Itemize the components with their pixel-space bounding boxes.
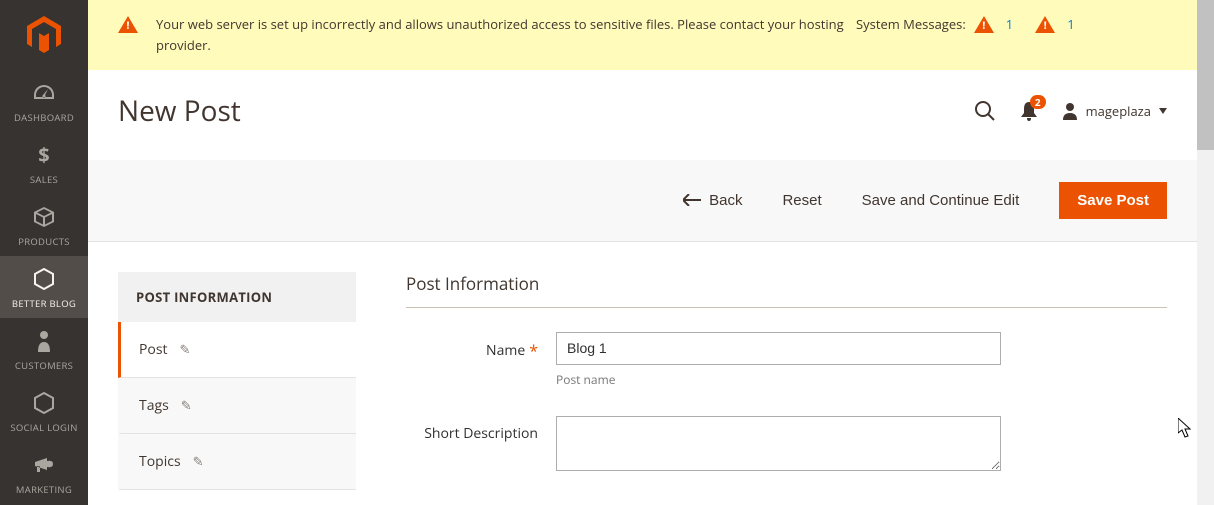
field-label-short-description: Short Description	[406, 416, 556, 443]
chevron-down-icon	[1159, 108, 1167, 114]
short-description-label-text: Short Description	[424, 424, 538, 443]
short-description-textarea[interactable]	[556, 416, 1001, 471]
nav-label: CUSTOMERS	[15, 359, 73, 372]
nav-label: PRODUCTS	[18, 235, 70, 248]
side-tabs-header: POST INFORMATION	[118, 272, 356, 322]
required-star: *	[529, 340, 538, 362]
cube-icon	[33, 203, 55, 231]
side-tab-topics[interactable]: Topics ✎	[118, 434, 356, 490]
nav-dashboard[interactable]: DASHBOARD	[0, 70, 88, 132]
side-tab-post[interactable]: Post ✎	[118, 322, 356, 378]
action-bar: Back Reset Save and Continue Edit Save P…	[88, 160, 1197, 242]
nav-marketing[interactable]: MARKETING	[0, 442, 88, 504]
save-continue-label: Save and Continue Edit	[862, 192, 1020, 209]
warning-icon[interactable]	[974, 14, 994, 33]
magento-logo[interactable]	[0, 0, 88, 70]
nav-label: BETTER BLOG	[12, 297, 76, 310]
system-messages-label: System Messages:	[856, 15, 966, 33]
side-tab-label: Tags	[139, 396, 169, 415]
side-tab-label: Topics	[139, 452, 181, 471]
system-message-count[interactable]: 1	[1067, 15, 1074, 33]
user-icon	[1062, 102, 1078, 120]
side-tab-tags[interactable]: Tags ✎	[118, 378, 356, 434]
system-message-bar: Your web server is set up incorrectly an…	[88, 0, 1197, 70]
field-label-name: Name*	[406, 332, 556, 362]
save-post-label: Save Post	[1077, 192, 1149, 209]
dollar-icon: $	[37, 141, 51, 169]
gauge-icon	[32, 79, 56, 107]
save-continue-button[interactable]: Save and Continue Edit	[862, 192, 1020, 209]
warning-icon[interactable]	[1035, 14, 1055, 33]
reset-button[interactable]: Reset	[782, 192, 821, 209]
field-short-description-row: Short Description	[406, 416, 1167, 476]
field-name-row: Name* Post name	[406, 332, 1167, 388]
notifications-button[interactable]: 2	[1020, 101, 1038, 121]
search-icon	[974, 100, 996, 122]
scrollbar-track[interactable]	[1197, 0, 1214, 505]
page-title: New Post	[118, 92, 974, 130]
nav-label: MARKETING	[16, 483, 72, 496]
megaphone-icon	[33, 451, 55, 479]
search-button[interactable]	[974, 100, 996, 122]
system-message-count[interactable]: 1	[1006, 15, 1013, 33]
back-label: Back	[709, 192, 742, 209]
nav-label: SOCIAL LOGIN	[10, 421, 77, 434]
warning-icon	[118, 14, 138, 33]
hexagon-icon	[33, 389, 55, 417]
pencil-icon: ✎	[193, 452, 204, 470]
system-message-text: Your web server is set up incorrectly an…	[156, 14, 856, 56]
nav-label: DASHBOARD	[14, 111, 74, 124]
name-label-text: Name	[486, 340, 525, 359]
person-icon	[36, 327, 52, 355]
side-tabs: POST INFORMATION Post ✎ Tags ✎ Topics ✎	[118, 272, 356, 504]
save-post-button[interactable]: Save Post	[1059, 182, 1167, 219]
nav-better-blog[interactable]: BETTER BLOG	[0, 256, 88, 318]
notification-count-badge: 2	[1030, 95, 1046, 109]
name-note: Post name	[556, 371, 1001, 388]
scrollbar-thumb[interactable]	[1197, 0, 1214, 150]
svg-text:$: $	[38, 144, 49, 166]
hexagon-icon	[33, 265, 55, 293]
nav-label: SALES	[30, 173, 58, 186]
nav-social-login[interactable]: SOCIAL LOGIN	[0, 380, 88, 442]
side-tab-label: Post	[139, 340, 168, 359]
nav-customers[interactable]: CUSTOMERS	[0, 318, 88, 380]
page-header: New Post 2 mageplaza	[88, 70, 1197, 160]
admin-sidebar: DASHBOARD $ SALES PRODUCTS BETTER BLOG C…	[0, 0, 88, 505]
pencil-icon: ✎	[181, 396, 192, 414]
name-input[interactable]	[556, 332, 1001, 365]
reset-label: Reset	[782, 192, 821, 209]
section-title: Post Information	[406, 272, 1167, 308]
arrow-left-icon	[683, 194, 701, 206]
form-area: POST INFORMATION Post ✎ Tags ✎ Topics ✎ …	[88, 242, 1197, 505]
user-name: mageplaza	[1086, 102, 1151, 120]
form-main: Post Information Name* Post name Short D…	[406, 272, 1167, 504]
pencil-icon: ✎	[180, 340, 191, 358]
user-menu[interactable]: mageplaza	[1062, 102, 1167, 120]
back-button[interactable]: Back	[683, 192, 742, 209]
nav-sales[interactable]: $ SALES	[0, 132, 88, 194]
main-area: Your web server is set up incorrectly an…	[88, 0, 1214, 505]
nav-products[interactable]: PRODUCTS	[0, 194, 88, 256]
